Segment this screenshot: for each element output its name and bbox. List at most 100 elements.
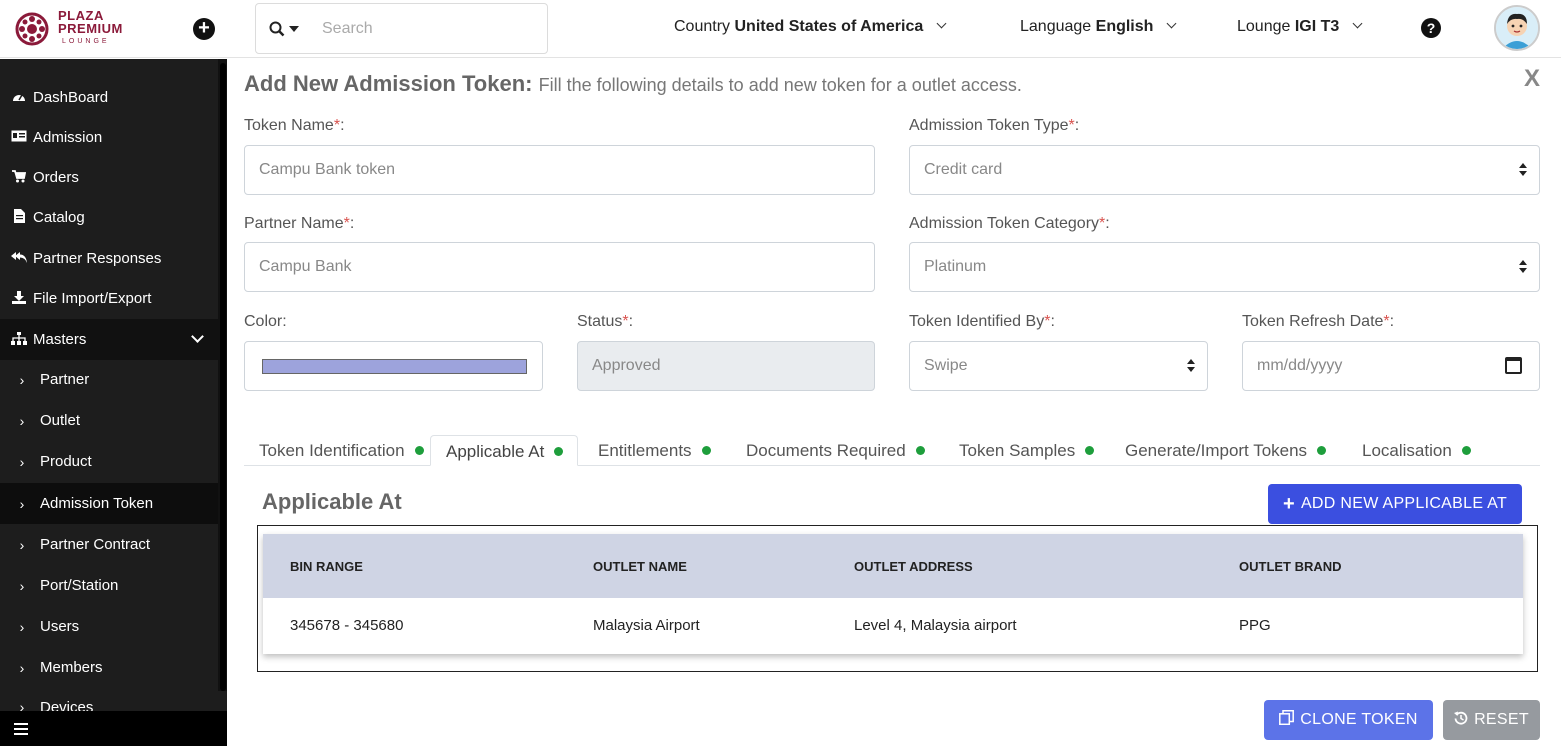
top-bar: PLAZA PREMIUM LOUNGE + Country United St… bbox=[0, 0, 1561, 58]
required-mark: * bbox=[622, 313, 629, 330]
sidebar-item-label: Admission Token bbox=[40, 495, 154, 512]
sidebar-item-members[interactable]: › Members bbox=[0, 647, 218, 688]
tab-token-identification[interactable]: Token Identification bbox=[244, 435, 438, 466]
status-field: Approved bbox=[577, 341, 875, 391]
help-icon[interactable]: ? bbox=[1421, 18, 1441, 38]
partner-name-input[interactable]: Campu Bank bbox=[244, 242, 875, 292]
status-dot bbox=[1317, 446, 1327, 455]
token-category-value: Platinum bbox=[924, 258, 987, 275]
column-header-bin-range[interactable]: BIN RANGE bbox=[290, 559, 363, 574]
sidebar-item-admission[interactable]: Admission bbox=[0, 117, 218, 158]
sidebar-item-catalog[interactable]: Catalog bbox=[0, 197, 218, 238]
sidebar-item-dashboard[interactable]: DashBoard bbox=[0, 77, 218, 118]
clone-token-button[interactable]: CLONE TOKEN bbox=[1264, 700, 1433, 740]
status-dot bbox=[1085, 446, 1095, 455]
add-new-applicable-at-button[interactable]: + ADD NEW APPLICABLE AT bbox=[1268, 484, 1522, 524]
token-type-select[interactable]: Credit card bbox=[909, 145, 1540, 195]
logo-line3: LOUNGE bbox=[62, 38, 110, 45]
sidebar-item-label: Port/Station bbox=[40, 577, 119, 594]
table-row[interactable]: 345678 - 345680 Malaysia Airport Level 4… bbox=[263, 598, 1523, 654]
sidebar-item-label: Outlet bbox=[40, 412, 81, 429]
language-selector[interactable]: Language English bbox=[1020, 18, 1177, 36]
token-name-placeholder: Campu Bank token bbox=[259, 161, 396, 178]
token-type-value: Credit card bbox=[924, 161, 1003, 178]
label-text: Token Name bbox=[244, 117, 334, 134]
id-card-icon bbox=[11, 130, 27, 145]
calendar-icon[interactable] bbox=[1505, 357, 1522, 374]
country-selector[interactable]: Country United States of America bbox=[674, 18, 947, 36]
button-label: RESET bbox=[1474, 711, 1529, 728]
sidebar-item-partner[interactable]: › Partner bbox=[0, 359, 218, 400]
label-text: Color bbox=[244, 313, 283, 330]
sidebar-item-partner-contract[interactable]: › Partner Contract bbox=[0, 524, 218, 565]
refresh-date-input[interactable]: mm/dd/yyyy bbox=[1242, 341, 1540, 391]
sidebar-item-port-station[interactable]: › Port/Station bbox=[0, 565, 218, 606]
sidebar-item-admission-token[interactable]: › Admission Token bbox=[0, 483, 218, 524]
plaza-premium-logo[interactable]: PLAZA PREMIUM LOUNGE bbox=[14, 9, 123, 48]
status-dot bbox=[554, 447, 564, 456]
scrollbar-thumb[interactable] bbox=[220, 63, 226, 691]
refresh-date-label: Token Refresh Date*: bbox=[1242, 313, 1395, 330]
sidebar-item-product[interactable]: › Product bbox=[0, 441, 218, 482]
close-button[interactable]: X bbox=[1524, 65, 1540, 93]
search-box[interactable] bbox=[255, 3, 548, 54]
tab-entitlements[interactable]: Entitlements bbox=[583, 435, 725, 466]
button-label: ADD NEW APPLICABLE AT bbox=[1300, 495, 1508, 512]
add-circle-icon[interactable]: + bbox=[193, 18, 215, 40]
tab-generate-import-tokens[interactable]: Generate/Import Tokens bbox=[1110, 435, 1340, 466]
partner-name-label: Partner Name*: bbox=[244, 215, 355, 232]
logo-line2: PREMIUM bbox=[58, 21, 123, 36]
token-category-select[interactable]: Platinum bbox=[909, 242, 1540, 292]
tab-token-samples[interactable]: Token Samples bbox=[944, 435, 1108, 466]
chevron-down-icon[interactable] bbox=[191, 330, 204, 343]
tab-label: Token Identification bbox=[259, 441, 405, 460]
column-header-outlet-address[interactable]: OUTLET ADDRESS bbox=[854, 559, 973, 574]
chevron-right-icon: › bbox=[19, 699, 25, 711]
token-name-input[interactable]: Campu Bank token bbox=[244, 145, 875, 195]
table-header: BIN RANGE OUTLET NAME OUTLET ADDRESS OUT… bbox=[263, 534, 1523, 598]
identified-by-select[interactable]: Swipe bbox=[909, 341, 1208, 391]
required-mark: * bbox=[333, 117, 341, 134]
required-mark: * bbox=[1383, 313, 1390, 330]
column-header-outlet-brand[interactable]: OUTLET BRAND bbox=[1239, 559, 1342, 574]
sidebar-item-file-import-export[interactable]: File Import/Export bbox=[0, 278, 218, 319]
sidebar-item-label: Partner Responses bbox=[33, 250, 162, 267]
sidebar-item-partner-responses[interactable]: Partner Responses bbox=[0, 238, 218, 279]
sidebar-item-orders[interactable]: Orders bbox=[0, 157, 218, 198]
identified-by-value: Swipe bbox=[924, 357, 968, 374]
language-label: Language bbox=[1020, 18, 1092, 35]
sidebar-item-masters[interactable]: Masters bbox=[0, 319, 218, 360]
tab-label: Entitlements bbox=[598, 441, 692, 460]
refresh-date-placeholder: mm/dd/yyyy bbox=[1257, 357, 1343, 374]
color-picker[interactable] bbox=[244, 341, 543, 391]
sidebar-scrollbar[interactable] bbox=[218, 59, 227, 691]
tab-label: Documents Required bbox=[746, 441, 906, 460]
status-dot bbox=[414, 446, 424, 455]
search-scope-dropdown[interactable] bbox=[256, 21, 312, 37]
token-tabs: Token Identification Applicable At Entit… bbox=[244, 435, 1540, 466]
reply-all-icon bbox=[11, 251, 27, 266]
sidebar-item-outlet[interactable]: › Outlet bbox=[0, 400, 218, 441]
chevron-down-icon bbox=[1166, 18, 1177, 29]
copy-icon bbox=[1279, 710, 1295, 730]
avatar[interactable] bbox=[1494, 5, 1540, 51]
sidebar-item-label: Catalog bbox=[33, 209, 85, 226]
reset-button[interactable]: RESET bbox=[1443, 700, 1540, 740]
sidebar-item-devices[interactable]: › Devices bbox=[0, 688, 218, 711]
select-arrows-icon bbox=[1187, 359, 1195, 372]
sidebar-item-users[interactable]: › Users bbox=[0, 606, 218, 647]
tab-localisation[interactable]: Localisation bbox=[1347, 435, 1485, 466]
lounge-selector[interactable]: Lounge IGI T3 bbox=[1237, 18, 1363, 36]
search-icon bbox=[269, 21, 285, 36]
section-title: Applicable At bbox=[262, 489, 402, 514]
sidebar: DashBoard Admission Orders Catalog Partn… bbox=[0, 59, 227, 746]
required-mark: * bbox=[343, 215, 350, 232]
label-text: Status bbox=[577, 313, 623, 330]
hamburger-menu-icon[interactable] bbox=[14, 723, 28, 738]
column-header-outlet-name[interactable]: OUTLET NAME bbox=[593, 559, 687, 574]
required-mark: * bbox=[1099, 215, 1106, 232]
tab-documents-required[interactable]: Documents Required bbox=[731, 435, 939, 466]
search-input[interactable] bbox=[322, 19, 522, 38]
chevron-right-icon: › bbox=[19, 618, 25, 635]
tab-applicable-at[interactable]: Applicable At bbox=[430, 435, 579, 466]
